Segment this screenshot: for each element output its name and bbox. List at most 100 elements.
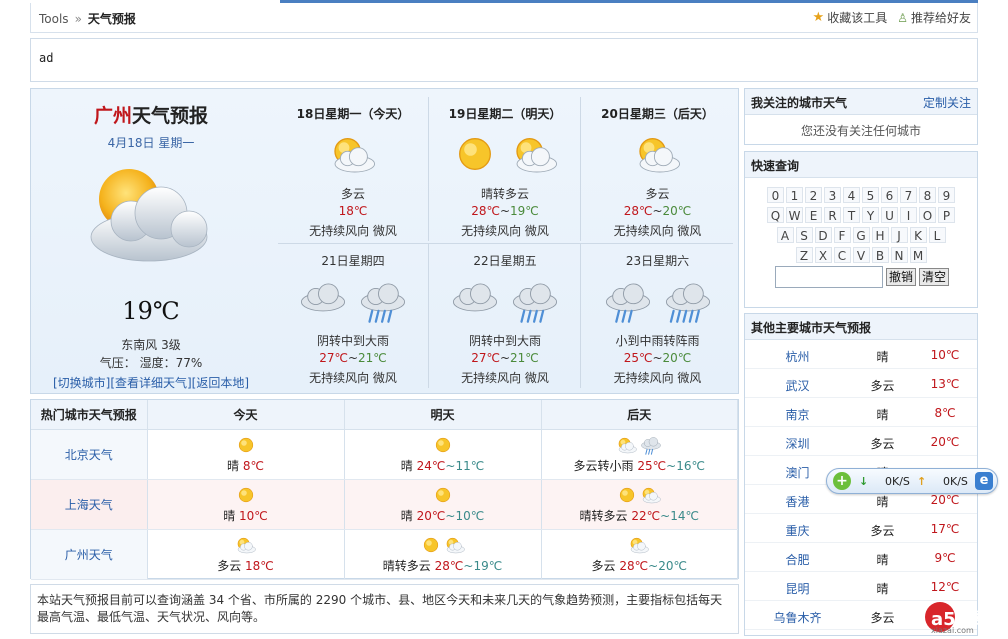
heavy-rain-icon (512, 283, 558, 323)
favorite-tool-button[interactable]: ★ 收藏该工具 (813, 9, 888, 26)
high-temp: 8℃ (242, 458, 264, 473)
quick-key-m[interactable]: M (909, 247, 927, 263)
cell-weather: 晴 (400, 458, 417, 473)
high-temp: 28℃ (434, 558, 464, 573)
hot-cities-table: 热门城市天气预报 今天 明天 后天 北京天气晴 8℃ 晴 24℃~11℃ 多云转小雨… (30, 399, 739, 580)
quick-key-l[interactable]: L (928, 227, 946, 243)
quick-key-i[interactable]: I (900, 207, 917, 223)
quick-key-j[interactable]: J (890, 227, 908, 243)
other-city-link[interactable]: 昆明 (745, 580, 850, 597)
quick-key-e[interactable]: E (805, 207, 822, 223)
quick-search-input[interactable] (775, 266, 883, 288)
quick-key-s[interactable]: S (795, 227, 813, 243)
quick-key-z[interactable]: Z (795, 247, 813, 263)
other-city-temp: 17℃ (930, 522, 960, 536)
hot-city-link[interactable]: 北京天气 (31, 429, 148, 480)
forecast-wind: 无持续风向 微风 (461, 371, 549, 385)
city-links[interactable]: [切换城市][查看详细天气][返回本地] (31, 374, 271, 391)
quick-key-4[interactable]: 4 (843, 187, 860, 203)
forecast-weather: 晴转多云 (480, 187, 529, 201)
clear-button[interactable]: 清空 (919, 268, 950, 286)
temp-separator: ~ (652, 204, 663, 218)
low-temp: 20℃ (662, 204, 692, 218)
quick-key-5[interactable]: 5 (862, 187, 879, 203)
breadcrumb-root[interactable]: Tools (39, 12, 69, 26)
quick-key-7[interactable]: 7 (900, 187, 917, 203)
forecast-temp: 18℃ (278, 204, 428, 218)
forecast-divider (278, 243, 733, 244)
cell-weather: 多云 (217, 558, 246, 573)
hot-after-cell: 多云 28℃~20℃ (541, 529, 738, 580)
quick-key-p[interactable]: P (938, 207, 955, 223)
temp-separator: ~ (445, 458, 456, 473)
quick-key-2[interactable]: 2 (805, 187, 822, 203)
temp-separator: ~ (660, 508, 671, 523)
quick-key-x[interactable]: X (814, 247, 832, 263)
plus-icon[interactable]: + (833, 472, 851, 490)
quick-key-a[interactable]: A (776, 227, 794, 243)
cloudy-sun-icon (516, 138, 558, 173)
top-bar: Tools » 天气预报 ★ 收藏该工具 ♙ 推荐给好友 (30, 3, 978, 33)
quick-key-0[interactable]: 0 (767, 187, 784, 203)
quick-key-o[interactable]: O (919, 207, 936, 223)
quick-key-b[interactable]: B (871, 247, 889, 263)
high-temp: 24℃ (416, 458, 446, 473)
quick-key-1[interactable]: 1 (786, 187, 803, 203)
list-item: 武汉 多云 13℃ (745, 369, 977, 398)
other-city-link[interactable]: 武汉 (745, 377, 850, 394)
other-city-link[interactable]: 深圳 (745, 435, 850, 452)
other-city-link[interactable]: 南京 (745, 406, 850, 423)
download-arrow-icon: ↓ (859, 475, 869, 488)
heavy-rain-icon (360, 283, 406, 323)
hot-city-link[interactable]: 广州天气 (31, 529, 148, 580)
followed-cities-box: 我关注的城市天气 定制关注 您还没有关注任何城市 (744, 88, 978, 145)
undo-button[interactable]: 撤销 (886, 268, 917, 286)
followed-cities-header: 我关注的城市天气 定制关注 (745, 89, 977, 115)
quick-key-y[interactable]: Y (862, 207, 879, 223)
quick-key-g[interactable]: G (852, 227, 870, 243)
forecast-icons (430, 131, 580, 181)
browser-icon[interactable]: e (975, 472, 993, 490)
temp-separator: ~ (445, 508, 456, 523)
quick-key-h[interactable]: H (871, 227, 889, 243)
customize-follow-link[interactable]: 定制关注 (923, 94, 971, 111)
quick-key-q[interactable]: Q (767, 207, 784, 223)
quick-key-d[interactable]: D (814, 227, 832, 243)
quick-key-9[interactable]: 9 (938, 187, 955, 203)
quick-key-c[interactable]: C (833, 247, 851, 263)
low-temp: 19℃ (510, 204, 539, 218)
quick-key-n[interactable]: N (890, 247, 908, 263)
hot-today-cell: 晴 8℃ (147, 429, 345, 480)
cell-icons (148, 435, 344, 455)
other-city-link[interactable]: 合肥 (745, 551, 850, 568)
upload-arrow-icon: ↑ (917, 475, 927, 488)
quick-key-w[interactable]: W (786, 207, 803, 223)
quick-key-t[interactable]: T (843, 207, 860, 223)
other-city-link[interactable]: 乌鲁木齐 (745, 609, 850, 626)
quick-key-r[interactable]: R (824, 207, 841, 223)
cell-icons (345, 485, 541, 505)
title-suffix: 天气预报 (132, 105, 209, 127)
other-city-link[interactable]: 杭州 (745, 348, 850, 365)
recommend-friend-label: 推荐给好友 (910, 11, 971, 25)
quick-key-u[interactable]: U (881, 207, 898, 223)
other-city-weather: 晴 (876, 553, 889, 567)
other-city-temp: 8℃ (934, 406, 956, 420)
quick-key-8[interactable]: 8 (919, 187, 936, 203)
network-speed-widget[interactable]: + ↓ 0K/S ↑ 0K/S e (826, 468, 998, 494)
other-city-temp: 12℃ (930, 580, 960, 594)
forecast-wind: 无持续风向 微风 (309, 371, 397, 385)
quick-key-v[interactable]: V (852, 247, 870, 263)
hot-city-link[interactable]: 上海天气 (31, 479, 148, 530)
quick-key-f[interactable]: F (833, 227, 851, 243)
quick-key-6[interactable]: 6 (881, 187, 898, 203)
list-item: 杭州 晴 10℃ (745, 340, 977, 369)
cloudy-sun-icon (642, 487, 662, 503)
other-city-temp: 20℃ (930, 435, 960, 449)
quick-key-k[interactable]: K (909, 227, 927, 243)
other-city-link[interactable]: 重庆 (745, 522, 850, 539)
other-city-link[interactable]: 香港 (745, 493, 850, 510)
recommend-friend-button[interactable]: ♙ 推荐给好友 (897, 9, 971, 26)
forecast-wind: 无持续风向 微风 (309, 224, 397, 238)
quick-key-3[interactable]: 3 (824, 187, 841, 203)
